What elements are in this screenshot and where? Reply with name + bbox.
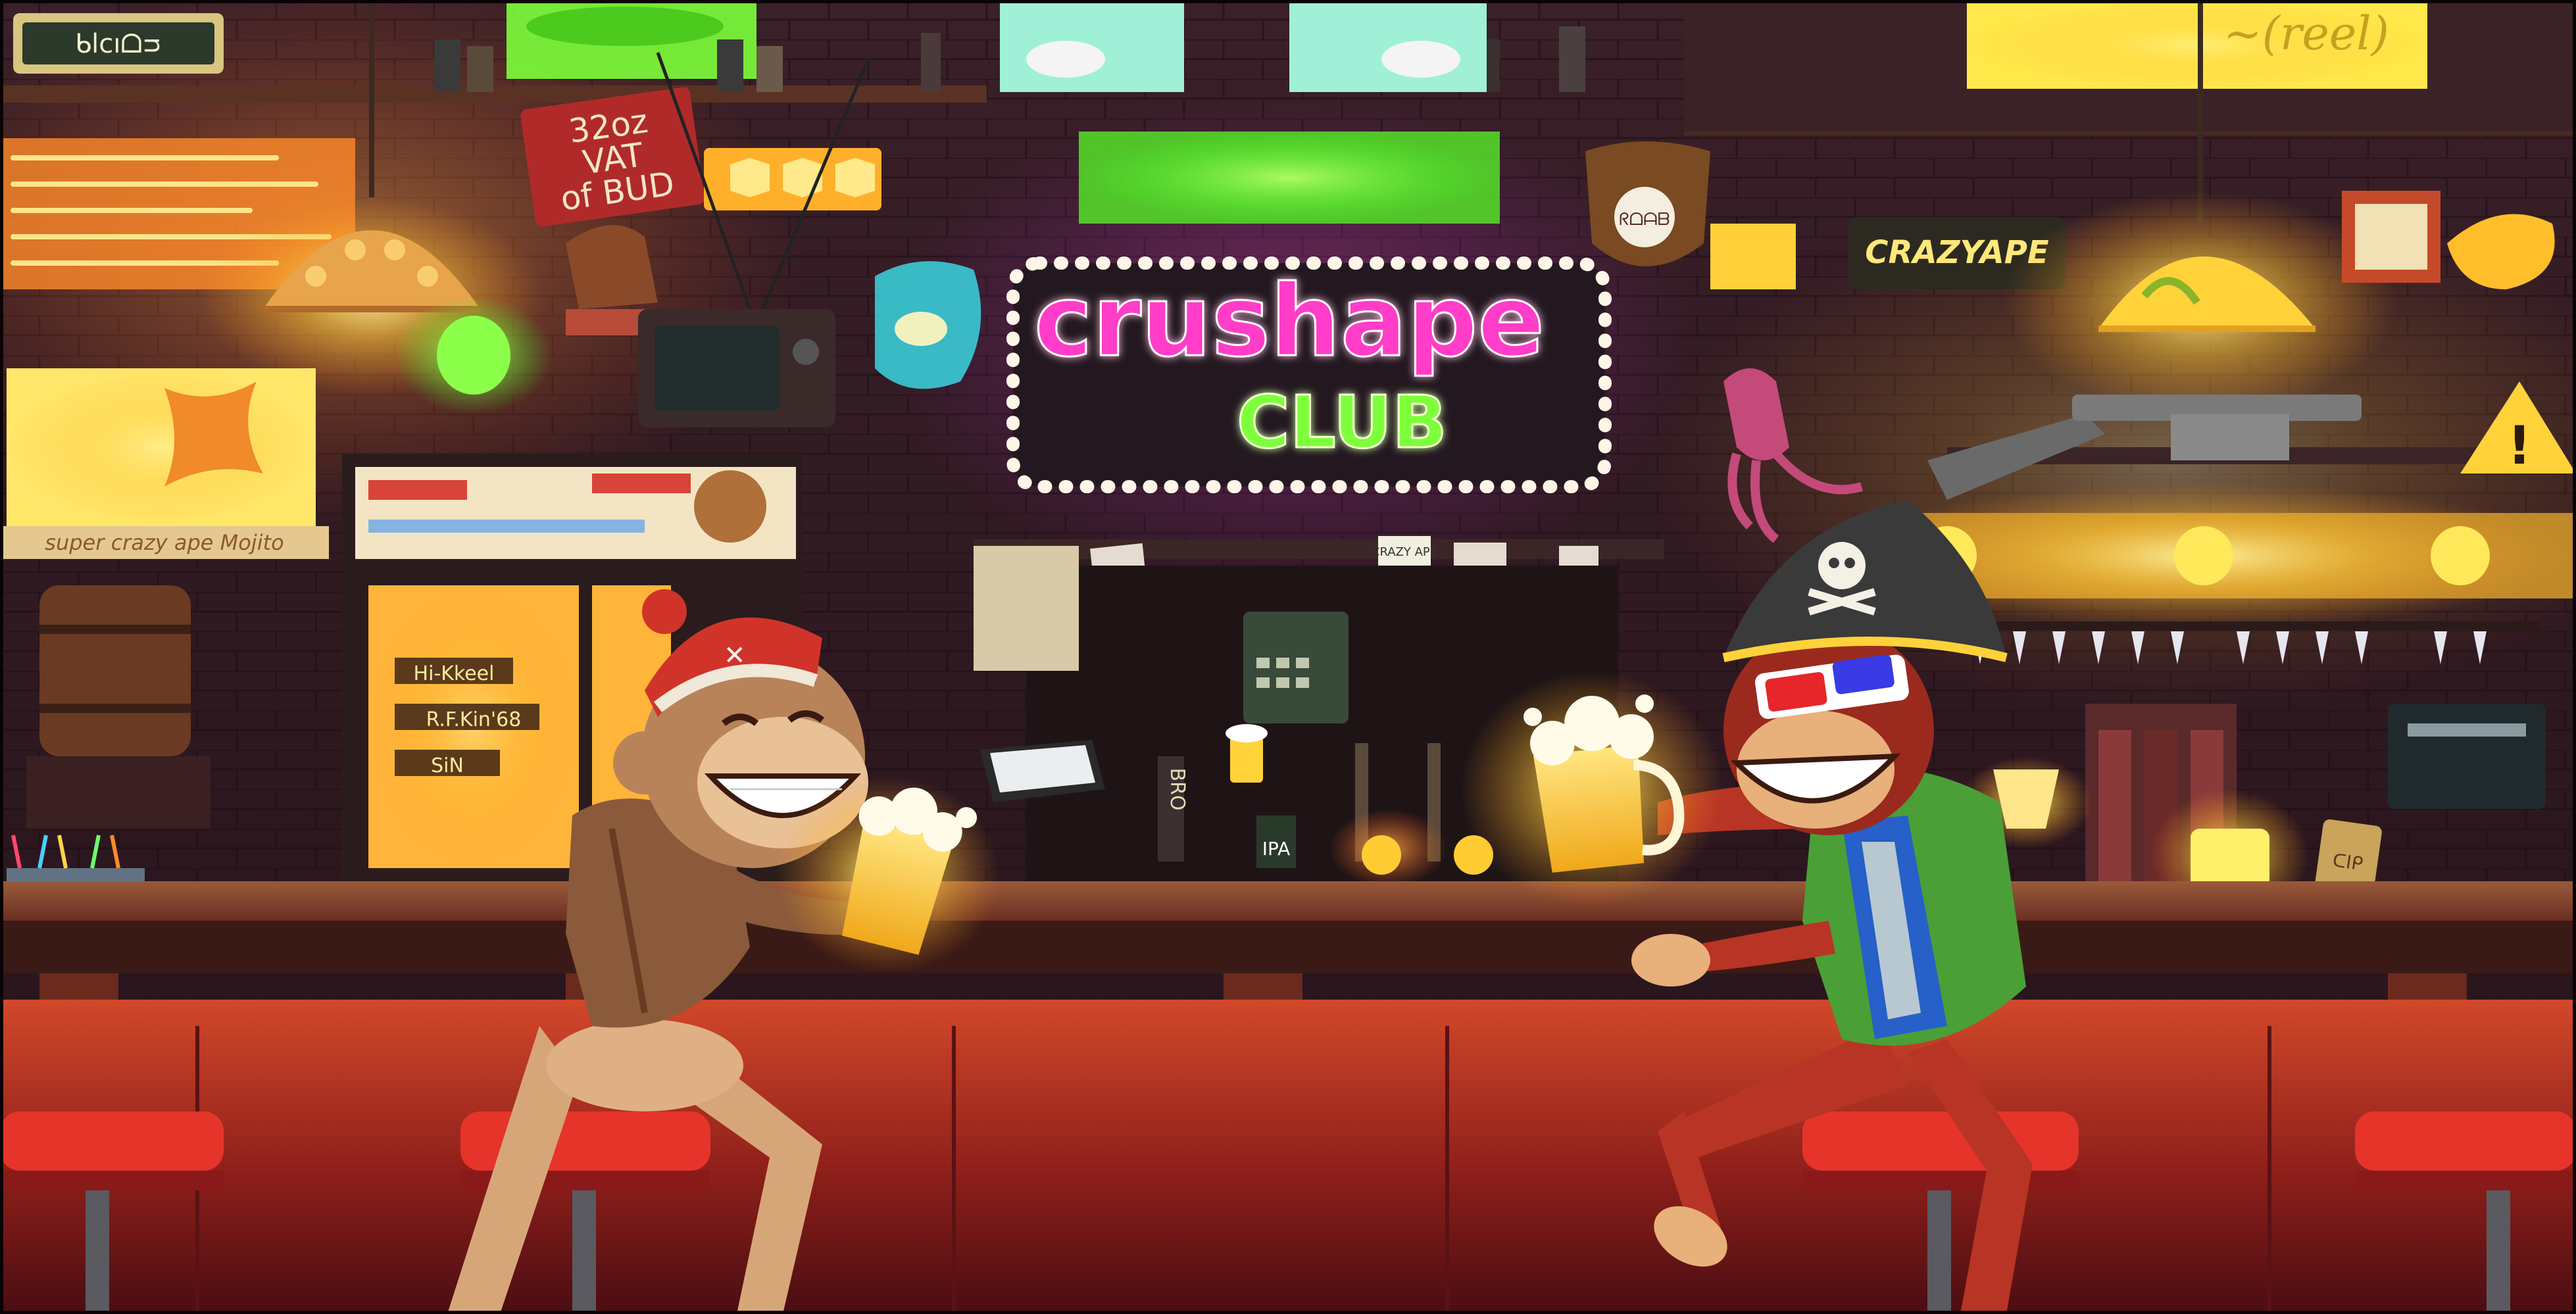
svg-text:ᑲlcıᗝᴝ: ᑲlcıᗝᴝ xyxy=(75,29,162,59)
beer-barrel xyxy=(26,585,211,829)
glass-rack xyxy=(1960,621,2539,631)
svg-text:SiN: SiN xyxy=(431,754,464,777)
green-lamp xyxy=(437,316,510,395)
top-right-yellow-sign: ~(reel) xyxy=(1967,0,2427,89)
svg-text:Hi-Kkeel: Hi-Kkeel xyxy=(414,662,495,685)
svg-text:~(reel): ~(reel) xyxy=(2223,7,2389,61)
svg-text:!: ! xyxy=(2508,415,2531,476)
mojito-poster: super crazy ape Mojito xyxy=(0,368,329,559)
top-left-sign: ᑲlcıᗝᴝ xyxy=(13,13,224,74)
svg-text:ᑕIᑭ: ᑕIᑭ xyxy=(2331,849,2364,875)
neon-box-right xyxy=(1710,224,1796,289)
svg-text:R.F.Kin'68: R.F.Kin'68 xyxy=(426,708,522,731)
svg-text:BRO: BRO xyxy=(1166,767,1189,810)
bar-counter-edge xyxy=(0,921,2576,973)
bar-counter-top xyxy=(0,881,2576,921)
hexagon-lights xyxy=(704,148,881,210)
bar-counter-front xyxy=(0,1000,2576,1314)
svg-text:super crazy ape Mojito: super crazy ape Mojito xyxy=(45,530,284,555)
beer-mug-left xyxy=(776,776,1000,973)
svg-text:crushape: crushape xyxy=(1034,264,1545,379)
framed-poster-right xyxy=(2342,191,2440,283)
svg-text:IPA: IPA xyxy=(1262,838,1291,860)
fish-bowl xyxy=(875,261,981,389)
svg-text:CLUB: CLUB xyxy=(1237,380,1447,464)
svg-text:CRAZY APE: CRAZY APE xyxy=(1372,545,1437,559)
boar-plaque: ᖇᗝᗩᗷ xyxy=(1585,141,1710,266)
bar-scene: ᑲlcıᗝᴝ ~(reel) 32oz VAT of BUD super cra… xyxy=(0,0,2576,1314)
svg-text:ᖇᗝᗩᗷ: ᖇᗝᗩᗷ xyxy=(1619,210,1670,230)
beer-mug-right xyxy=(1460,671,1723,908)
small-beer-glass xyxy=(1226,724,1268,783)
svg-text:✕: ✕ xyxy=(724,641,746,671)
